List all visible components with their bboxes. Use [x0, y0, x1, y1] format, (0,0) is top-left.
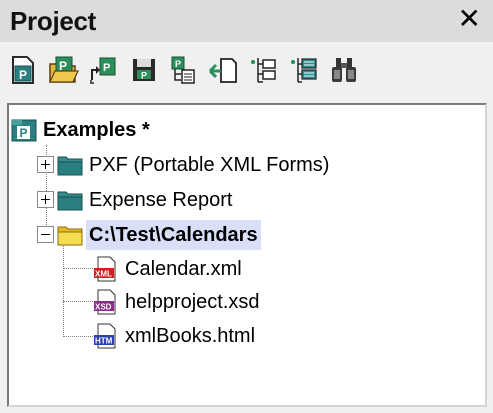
xml-file-icon: XML — [93, 256, 119, 282]
close-icon[interactable]: ✕ — [458, 4, 481, 34]
teal-folder-icon — [57, 152, 83, 178]
svg-text:P: P — [19, 68, 27, 82]
open-project-icon: P — [49, 56, 79, 83]
tree-folder-item[interactable]: PXF (Portable XML Forms) — [57, 149, 332, 181]
open-project-button[interactable]: P — [46, 53, 80, 87]
svg-text:HTM: HTM — [95, 337, 113, 346]
tree-connector — [63, 301, 93, 302]
svg-text:P: P — [175, 59, 181, 69]
reload-project-button[interactable]: P — [86, 53, 120, 87]
add-files-button[interactable]: P — [166, 53, 200, 87]
project-icon: P — [11, 117, 37, 143]
add-files-icon: P — [171, 56, 195, 84]
project-toolbar: P P P P P — [0, 42, 493, 100]
svg-text:P: P — [103, 62, 110, 74]
project-panel: Project ✕ P P P P P P Examples * PXF (Po… — [0, 0, 493, 413]
new-project-icon: P — [12, 56, 34, 84]
add-folder-button[interactable] — [246, 53, 280, 87]
new-project-button[interactable]: P — [6, 53, 40, 87]
tree-connector — [63, 239, 64, 337]
tree-file-item[interactable]: HTM xmlBooks.html — [93, 320, 258, 352]
save-project-icon: P — [133, 59, 155, 81]
tree-root-node[interactable]: P Examples * — [11, 114, 153, 146]
expand-toggle[interactable] — [37, 191, 54, 208]
add-external-folder-icon — [291, 58, 317, 83]
add-folder-icon — [251, 58, 276, 83]
project-tree: P Examples * PXF (Portable XML Forms) Ex… — [7, 103, 487, 407]
yellow-folder-icon — [57, 222, 83, 248]
expand-toggle[interactable] — [37, 156, 54, 173]
reload-project-icon: P — [90, 57, 116, 84]
svg-text:XML: XML — [95, 270, 112, 279]
teal-folder-icon — [57, 187, 83, 213]
tree-folder-item[interactable]: Expense Report — [57, 184, 235, 216]
svg-text:P: P — [20, 126, 28, 140]
add-active-file-button[interactable] — [206, 53, 240, 87]
tree-file-label: helpproject.xsd — [125, 291, 260, 313]
xsd-file-icon: XSD — [93, 289, 119, 315]
tree-connector — [63, 268, 93, 269]
tree-file-item[interactable]: XSD helpproject.xsd — [93, 286, 263, 318]
find-button[interactable] — [327, 53, 361, 87]
add-active-file-icon — [208, 58, 237, 83]
binoculars-icon — [332, 58, 356, 82]
tree-folder-item-selected[interactable]: C:\Test\Calendars — [57, 219, 261, 251]
svg-text:XSD: XSD — [95, 303, 112, 312]
tree-folder-label: Expense Report — [89, 189, 233, 211]
panel-titlebar: Project ✕ — [0, 0, 493, 42]
save-project-button[interactable]: P — [127, 53, 161, 87]
tree-root-label: Examples * — [43, 119, 150, 141]
add-external-folder-button[interactable] — [286, 53, 320, 87]
tree-file-item[interactable]: XML Calendar.xml — [93, 253, 245, 285]
collapse-toggle[interactable] — [37, 226, 54, 243]
panel-title: Project — [10, 6, 97, 36]
tree-file-label: xmlBooks.html — [125, 325, 256, 347]
html-file-icon: HTM — [93, 323, 119, 349]
svg-text:P: P — [141, 71, 147, 81]
tree-file-label: Calendar.xml — [125, 258, 242, 280]
tree-folder-label: C:\Test\Calendars — [86, 220, 261, 250]
tree-connector — [63, 336, 93, 337]
tree-folder-label: PXF (Portable XML Forms) — [89, 154, 330, 176]
